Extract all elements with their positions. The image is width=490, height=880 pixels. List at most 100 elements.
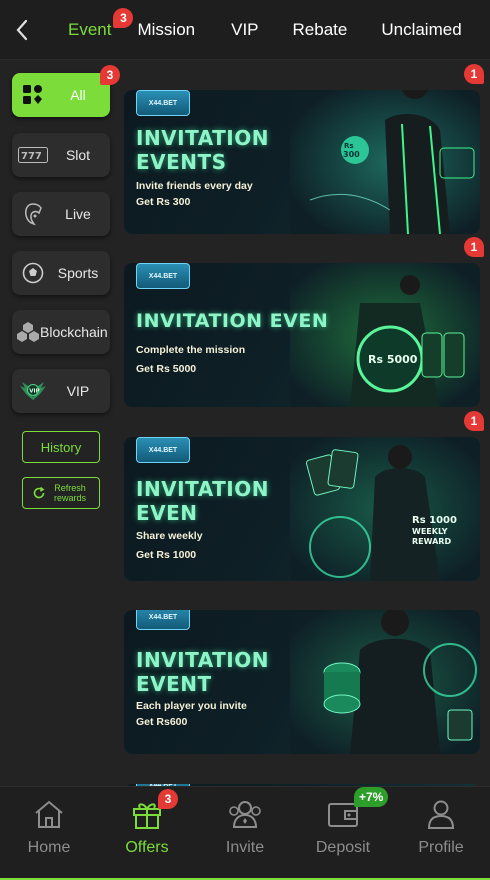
- tab-event-label: Event: [68, 19, 112, 39]
- nav-invite[interactable]: Invite: [196, 787, 294, 880]
- banner-sub-line: Invite friends every day: [136, 180, 253, 192]
- banner-title-line: EVENTS: [136, 150, 227, 174]
- banner-badge: 1: [464, 64, 484, 84]
- nav-invite-label: Invite: [225, 839, 265, 856]
- banner-title: INVITATION EVEN: [136, 477, 269, 525]
- bottom-nav: Home 3 Offers Invite Deposit +7% Profile: [0, 786, 490, 880]
- banner-sub-line: Get Rs 1000: [136, 549, 197, 561]
- sidebar-all-badge: 3: [100, 65, 120, 85]
- category-sidebar: All 3 777 Slot Live Sports Blockchain VI…: [0, 61, 122, 786]
- banner-sub-line: Each player you invite: [136, 700, 247, 712]
- svg-text:Rs 5000: Rs 5000: [368, 353, 418, 366]
- history-label: History: [40, 439, 82, 455]
- banner-art-image: Rs 5000: [290, 263, 480, 407]
- nav-profile[interactable]: Profile: [392, 787, 490, 880]
- banner-title: INVITATION EVENT: [136, 648, 269, 696]
- banner-title-line: INVITATION: [136, 126, 269, 150]
- banner-title: INVITATION EVENTS: [136, 126, 269, 174]
- banner-title-line: EVEN: [136, 501, 198, 525]
- refresh-icon: [33, 486, 45, 499]
- banner-subtitle: Each player you invite Get Rs600: [136, 698, 247, 730]
- banner-art-image: Rs 1000 WEEKLY REWARD: [290, 437, 480, 581]
- banner-sub-line: Get Rs600: [136, 716, 188, 728]
- banner-subtitle: Complete the mission Get Rs 5000: [136, 341, 245, 379]
- sidebar-item-all[interactable]: All 3: [12, 65, 120, 117]
- banner-badge: 1: [464, 237, 484, 257]
- nav-offers[interactable]: 3 Offers: [98, 787, 196, 880]
- tab-rebate-label: Rebate: [292, 19, 348, 39]
- event-banner[interactable]: Rs 5000 X44.BET INVITATION EVEN Complete…: [124, 263, 480, 407]
- nav-deposit-label: Deposit: [315, 839, 371, 856]
- sidebar-item-label: Slot: [65, 146, 91, 163]
- top-nav: Event 3 Mission VIP Rebate Unclaimed: [0, 0, 490, 60]
- soccer-ball-icon: [16, 262, 50, 284]
- banner-sub-line: Complete the mission: [136, 344, 246, 356]
- nav-home[interactable]: Home: [0, 787, 98, 880]
- banner-subtitle: Invite friends every day Get Rs 300: [136, 178, 253, 210]
- sidebar-item-live[interactable]: Live: [12, 192, 110, 236]
- offers-page: Event 3 Mission VIP Rebate Unclaimed All…: [0, 0, 490, 880]
- svg-text:WEEKLY: WEEKLY: [412, 527, 448, 536]
- banner-sub-line: Get Rs 300: [136, 196, 191, 208]
- sidebar-item-slot[interactable]: 777 Slot: [12, 133, 110, 177]
- banner-sub-line: Share weekly: [136, 530, 203, 542]
- event-banner[interactable]: X44.BET INVITATION EVENT Each player you…: [124, 610, 480, 754]
- svg-text:Rs: Rs: [344, 142, 354, 150]
- tab-event[interactable]: Event 3: [60, 0, 134, 60]
- sidebar-item-label: All: [70, 86, 86, 103]
- banner-title-line: INVITATION EVEN: [136, 310, 329, 332]
- brand-tag: X44.BET: [136, 90, 190, 116]
- blockchain-icon: [16, 321, 40, 343]
- slot-777-icon: 777: [16, 147, 50, 163]
- banner-title-line: EVENT: [136, 672, 212, 696]
- nav-profile-label: Profile: [418, 839, 464, 856]
- brand-tag: X44.BET: [136, 610, 190, 630]
- banner-title: INVITATION EVEN: [136, 309, 328, 333]
- tab-mission-label: Mission: [137, 19, 196, 39]
- tab-rebate[interactable]: Rebate: [285, 0, 356, 60]
- sidebar-item-label: Sports: [57, 264, 99, 281]
- vip-wings-icon: VIP: [16, 380, 50, 402]
- svg-text:300: 300: [343, 150, 360, 159]
- svg-text:VIP: VIP: [29, 389, 39, 395]
- sidebar-item-label: VIP: [66, 382, 90, 399]
- tab-vip[interactable]: VIP: [223, 0, 266, 60]
- tab-vip-label: VIP: [231, 19, 259, 39]
- sidebar-item-vip[interactable]: VIP VIP: [12, 369, 110, 413]
- dealer-icon: [16, 202, 50, 226]
- back-button[interactable]: [0, 0, 44, 60]
- grid-icon: [16, 84, 50, 106]
- deposit-bonus-badge: +7%: [354, 787, 389, 807]
- svg-text:Rs 1000: Rs 1000: [412, 515, 457, 526]
- sidebar-item-label: Live: [65, 205, 91, 222]
- banner-title-line: INVITATION: [136, 648, 269, 672]
- event-banner[interactable]: Rs 1000 WEEKLY REWARD X44.BET INVITATION…: [124, 437, 480, 581]
- tab-unclaimed[interactable]: Unclaimed: [373, 0, 469, 60]
- banner-sub-line: Get Rs 5000: [136, 363, 197, 375]
- tab-mission[interactable]: Mission: [129, 0, 203, 60]
- refresh-rewards-button[interactable]: Refresh rewards: [22, 477, 100, 509]
- profile-icon: [426, 797, 456, 831]
- history-button[interactable]: History: [22, 431, 100, 463]
- event-banner[interactable]: Rs 300 X44.BET INVITATION EVENTS Invite …: [124, 90, 480, 234]
- sidebar-item-blockchain[interactable]: Blockchain: [12, 310, 110, 354]
- banner-badge: 1: [464, 411, 484, 431]
- sidebar-item-sports[interactable]: Sports: [12, 251, 110, 295]
- invite-icon: [228, 797, 262, 831]
- refresh-rewards-label: Refresh rewards: [53, 483, 86, 503]
- sidebar-item-label: Blockchain: [40, 323, 108, 340]
- banner-art-image: Rs 300: [290, 90, 480, 234]
- svg-text:777: 777: [21, 151, 42, 162]
- nav-home-label: Home: [27, 839, 71, 856]
- nav-offers-badge: 3: [158, 789, 178, 809]
- banner-title-line: INVITATION: [136, 477, 269, 501]
- banner-art-image: [290, 610, 480, 754]
- brand-tag: X44.BET: [136, 263, 190, 289]
- tab-unclaimed-label: Unclaimed: [381, 19, 462, 39]
- nav-offers-label: Offers: [125, 839, 169, 856]
- svg-text:REWARD: REWARD: [412, 537, 451, 546]
- back-arrow-icon: [16, 19, 28, 40]
- home-icon: [33, 797, 65, 831]
- banner-subtitle: Share weekly Get Rs 1000: [136, 527, 203, 565]
- brand-tag: X44.BET: [136, 437, 190, 463]
